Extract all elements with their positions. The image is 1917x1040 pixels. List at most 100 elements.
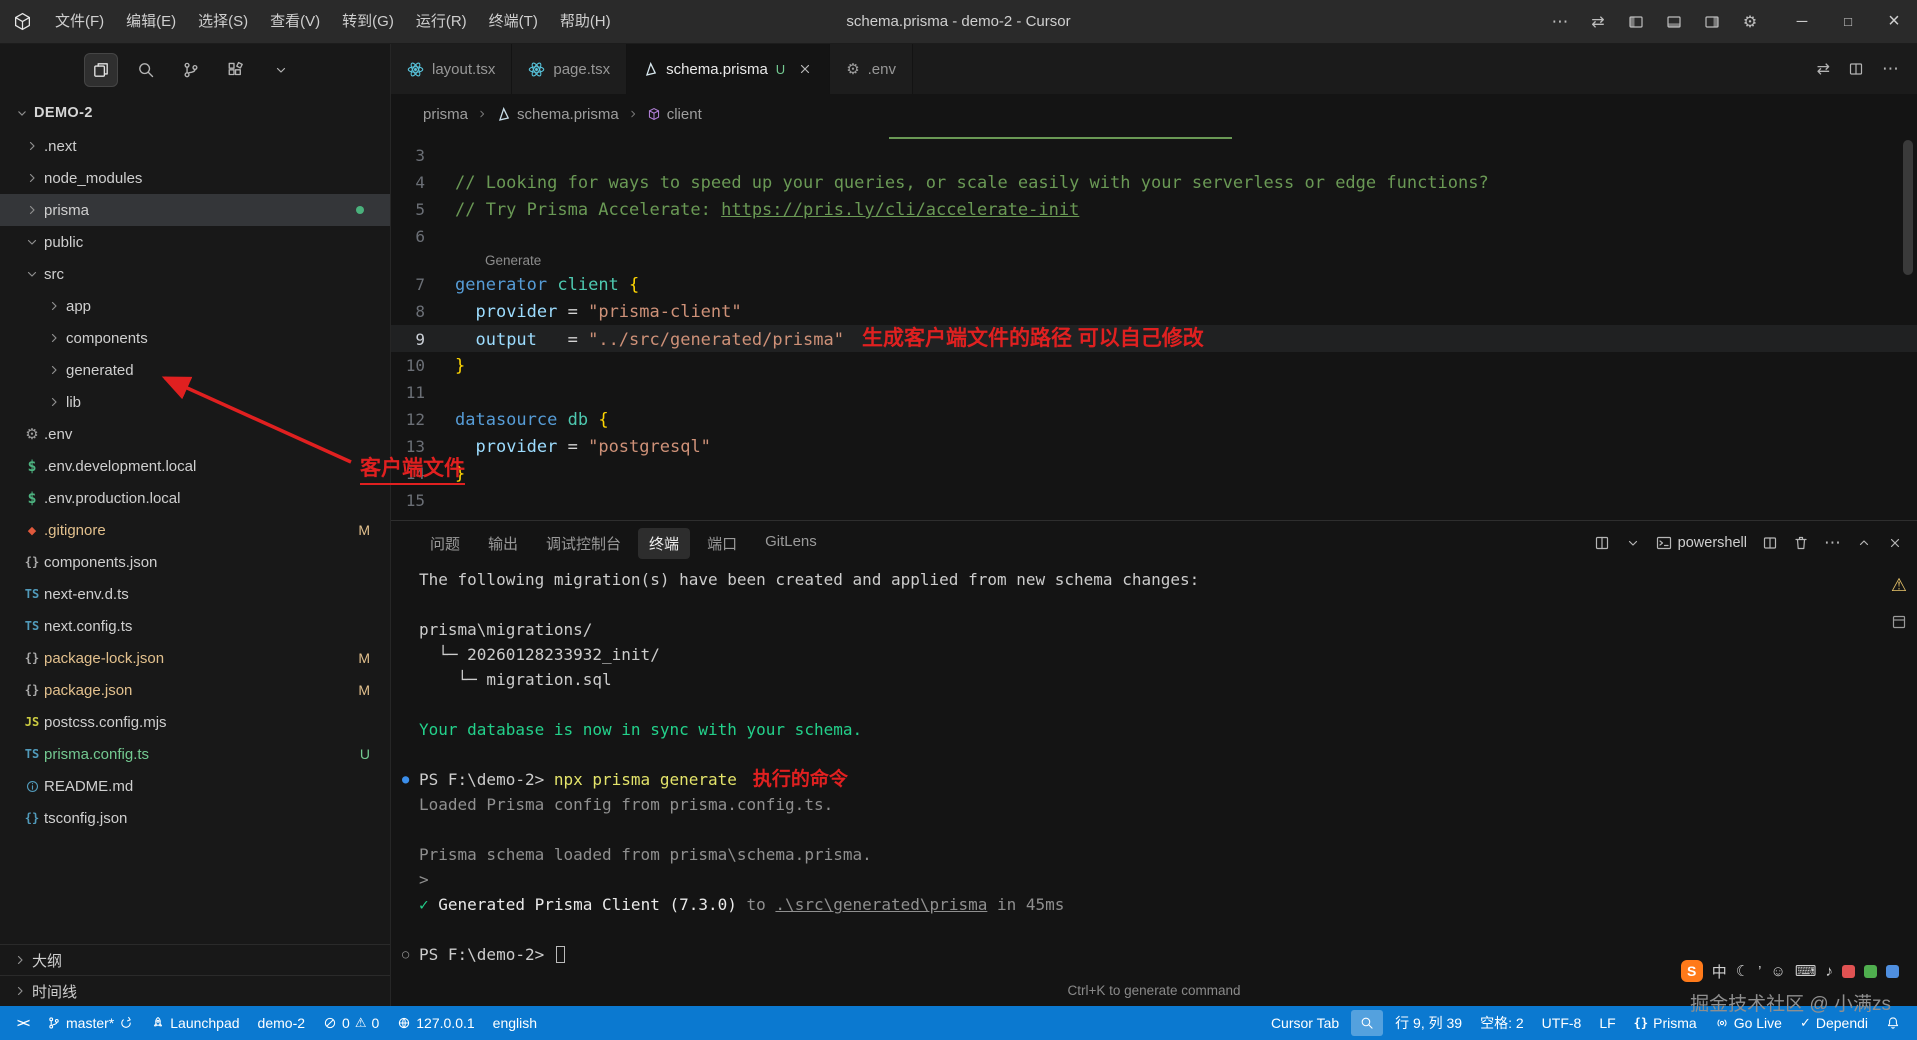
folder-app[interactable]: app — [0, 290, 390, 322]
file-next-env-d-ts[interactable]: TS next-env.d.ts — [0, 578, 390, 610]
panel-tab-问题[interactable]: 问题 — [419, 528, 471, 559]
close-tab-button[interactable] — [797, 61, 813, 77]
panel-chevron-down-button[interactable] — [1625, 535, 1641, 551]
ime-glyph[interactable]: ⌨ — [1795, 962, 1817, 980]
status-host[interactable]: 127.0.0.1 — [388, 1006, 483, 1040]
compare-button[interactable]: ⇄ — [1581, 6, 1615, 38]
ime-chip[interactable] — [1842, 964, 1855, 978]
folder-prisma[interactable]: prisma — [0, 194, 390, 226]
menu-转到-g[interactable]: 转到(G) — [331, 0, 405, 44]
panel-more-button[interactable]: ⋯ — [1824, 533, 1841, 553]
breadcrumb-prisma[interactable]: prisma — [423, 106, 468, 123]
tab-layout-tsx[interactable]: layout.tsx — [391, 44, 513, 94]
search-view-button[interactable] — [129, 53, 163, 87]
settings-button[interactable]: ⚙ — [1733, 6, 1767, 38]
ime-glyph[interactable]: ’ — [1758, 963, 1761, 980]
menu-编辑-e[interactable]: 编辑(E) — [115, 0, 187, 44]
ime-chip[interactable] — [1886, 964, 1899, 978]
more-button[interactable]: ⋯ — [1543, 6, 1577, 38]
panel-grid-button[interactable] — [1594, 535, 1610, 551]
maximize-button[interactable]: □ — [1825, 0, 1871, 44]
status-indentation[interactable]: 空格: 2 — [1471, 1006, 1533, 1040]
status-cursor-position[interactable]: 行 9, 列 39 — [1386, 1006, 1471, 1040]
tab-schema-prisma[interactable]: schema.prisma U — [627, 44, 831, 94]
folder-components[interactable]: components — [0, 322, 390, 354]
panel-tab-终端[interactable]: 终端 — [638, 527, 691, 559]
ime-glyph[interactable]: ☾ — [1736, 962, 1749, 980]
tab-page-tsx[interactable]: page.tsx — [512, 44, 628, 94]
status-encoding[interactable]: UTF-8 — [1533, 1006, 1591, 1040]
panel-close-button[interactable] — [1887, 535, 1903, 551]
panel-trash-button[interactable] — [1793, 535, 1809, 551]
file-env[interactable]: ⚙ .env — [0, 418, 390, 450]
layout-bottom-button[interactable] — [1657, 6, 1691, 38]
file-gitignore[interactable]: ◆ .gitignore M — [0, 514, 390, 546]
close-button[interactable]: × — [1871, 0, 1917, 44]
file-env-production-local[interactable]: $ .env.production.local — [0, 482, 390, 514]
status-git-branch[interactable]: master* — [38, 1006, 142, 1040]
status-eol[interactable]: LF — [1590, 1006, 1624, 1040]
ime-glyph[interactable]: 中 — [1712, 961, 1727, 982]
status-language[interactable]: english — [484, 1006, 546, 1040]
folder-generated[interactable]: generated — [0, 354, 390, 386]
explorer-root[interactable]: DEMO-2 — [0, 96, 390, 130]
file-package-lock-json[interactable]: {} package-lock.json M — [0, 642, 390, 674]
warning-icon[interactable]: ⚠ — [1891, 575, 1907, 596]
file-next-config-ts[interactable]: TS next.config.ts — [0, 610, 390, 642]
menu-运行-r[interactable]: 运行(R) — [405, 0, 478, 44]
panel-tab-端口[interactable]: 端口 — [696, 528, 748, 559]
editor-scrollbar[interactable] — [1903, 140, 1913, 275]
file-components-json[interactable]: {} components.json — [0, 546, 390, 578]
file-readme-md[interactable]: README.md — [0, 770, 390, 802]
panel-chevron-up-button[interactable] — [1856, 535, 1872, 551]
file-package-json[interactable]: {} package.json M — [0, 674, 390, 706]
folder-src[interactable]: src — [0, 258, 390, 290]
panel-split-editor-button[interactable] — [1762, 535, 1778, 551]
ime-chip[interactable] — [1864, 964, 1877, 978]
status-problems[interactable]: 0 ⚠ 0 — [314, 1006, 388, 1040]
menu-查看-v[interactable]: 查看(V) — [259, 0, 331, 44]
menu-文件-f[interactable]: 文件(F) — [44, 0, 115, 44]
tab-env[interactable]: ⚙ .env — [830, 44, 913, 94]
minimize-button[interactable]: ─ — [1779, 0, 1825, 44]
status-launchpad[interactable]: Launchpad — [142, 1006, 248, 1040]
menu-帮助-h[interactable]: 帮助(H) — [549, 0, 622, 44]
chevron-down-view-button[interactable] — [264, 53, 298, 87]
file-postcss-config-mjs[interactable]: JS postcss.config.mjs — [0, 706, 390, 738]
compare-button[interactable]: ⇄ — [1817, 59, 1830, 79]
panel-terminal-button[interactable]: powershell — [1656, 535, 1747, 551]
breadcrumb-client[interactable]: client — [647, 106, 702, 123]
terminal[interactable]: The following migration(s) have been cre… — [391, 565, 1917, 967]
ime-glyph[interactable]: ☺ — [1771, 963, 1786, 980]
extensions-view-button[interactable] — [219, 53, 253, 87]
section-大纲[interactable]: 大纲 — [0, 944, 390, 975]
code-link[interactable]: https://pris.ly/cli/accelerate-init — [721, 200, 1079, 220]
status-cursor-tab[interactable]: Cursor Tab — [1262, 1006, 1348, 1040]
split-editor-button[interactable] — [1848, 61, 1864, 77]
menu-终端-t[interactable]: 终端(T) — [478, 0, 549, 44]
panel-tab-输出[interactable]: 输出 — [477, 528, 529, 559]
more-button[interactable]: ⋯ — [1882, 59, 1899, 79]
file-tsconfig-json[interactable]: {} tsconfig.json — [0, 802, 390, 834]
folder-node-modules[interactable]: node_modules — [0, 162, 390, 194]
breadcrumb-schema-prisma[interactable]: schema.prisma — [496, 106, 619, 123]
folder-lib[interactable]: lib — [0, 386, 390, 418]
folder-public[interactable]: public — [0, 226, 390, 258]
panel-tab-gitlens[interactable]: GitLens — [754, 528, 828, 559]
files-view-button[interactable] — [84, 53, 118, 87]
codelens-generate[interactable]: Generate — [391, 250, 1917, 271]
file-env-development-local[interactable]: $ .env.development.local — [0, 450, 390, 482]
editor-box-icon[interactable] — [1891, 614, 1907, 630]
layout-left-button[interactable] — [1619, 6, 1653, 38]
panel-tab-调试控制台[interactable]: 调试控制台 — [535, 528, 632, 559]
file-prisma-config-ts[interactable]: TS prisma.config.ts U — [0, 738, 390, 770]
source-control-view-button[interactable] — [174, 53, 208, 87]
status-remote-indicator[interactable]: >< — [8, 1006, 38, 1040]
status-project[interactable]: demo-2 — [249, 1006, 314, 1040]
layout-right-button[interactable] — [1695, 6, 1729, 38]
status-search[interactable] — [1351, 1010, 1384, 1036]
menu-选择-s[interactable]: 选择(S) — [187, 0, 259, 44]
ime-glyph[interactable]: ♪ — [1826, 963, 1834, 980]
editor[interactable]: 3 4 // Looking for ways to speed up your q… — [391, 134, 1917, 520]
folder-next[interactable]: .next — [0, 130, 390, 162]
